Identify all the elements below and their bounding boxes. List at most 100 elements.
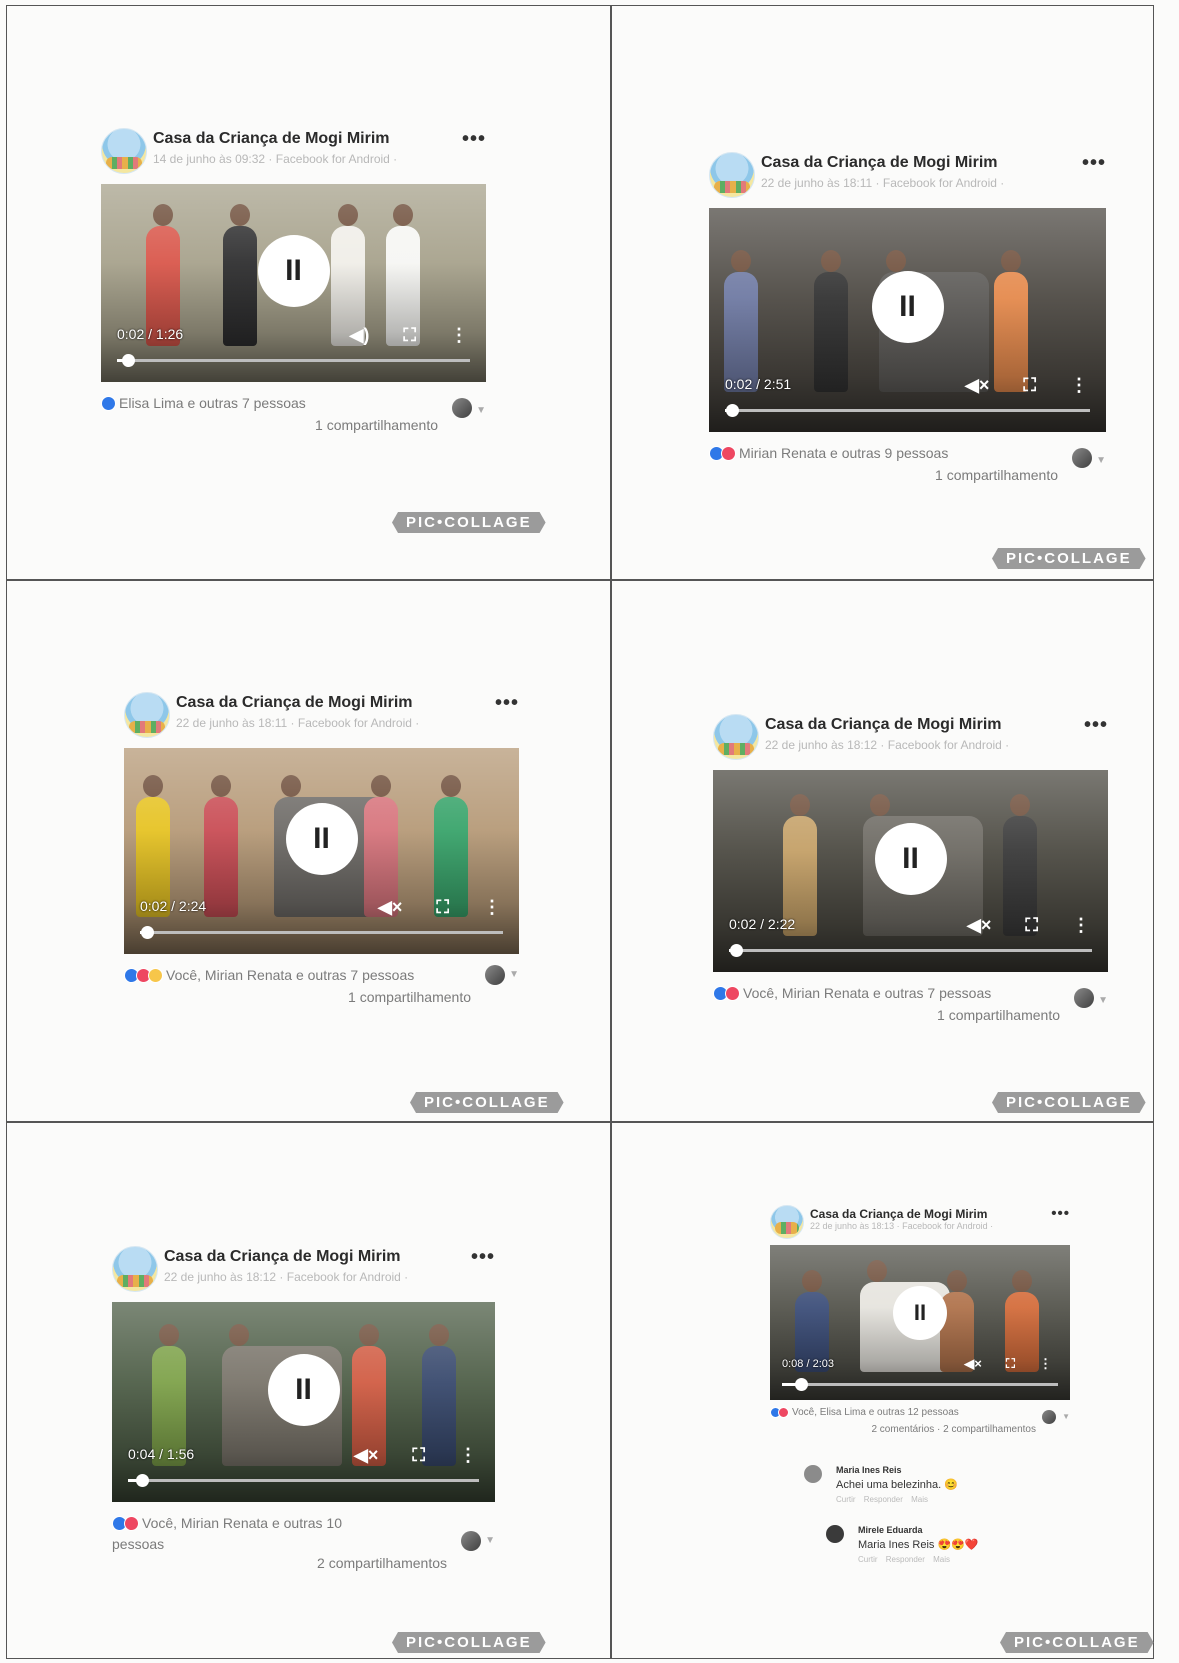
share-as-avatar[interactable] [1042,1410,1056,1424]
fullscreen-icon[interactable]: ⛶ [412,1445,425,1466]
more-options-icon[interactable]: ••• [495,692,519,715]
pause-icon[interactable]: II [871,270,944,343]
post-meta[interactable]: 22 de junho às 18:13 · Facebook for Andr… [810,1221,993,1231]
reaction-summary[interactable]: Você, Elisa Lima e outras 12 pessoas ▼ [770,1406,1070,1424]
reaction-summary[interactable]: Mirian Renata e outras 9 pessoas ▼ [709,444,1106,468]
pause-icon[interactable]: II [267,1354,340,1426]
reaction-summary[interactable]: Você, Mirian Renata e outras 7 pessoas ▼ [713,984,1108,1008]
page-name[interactable]: Casa da Criança de Mogi Mirim [765,716,1002,734]
share-as-avatar[interactable] [1074,988,1094,1008]
chevron-down-icon[interactable]: ▼ [485,1535,495,1546]
page-avatar[interactable] [112,1246,158,1292]
video-progress-bar[interactable] [725,404,1090,417]
commenter-name[interactable]: Mirele Eduarda [858,1525,923,1535]
fullscreen-icon[interactable]: ⛶ [403,325,416,346]
page-avatar[interactable] [101,128,147,174]
more-options-icon[interactable]: ••• [462,128,486,151]
pause-icon[interactable]: II [874,822,947,895]
video-progress-bar[interactable] [782,1378,1058,1391]
share-count[interactable]: 1 compartilhamento [709,467,1106,483]
muted-icon[interactable]: ◀× [354,1445,378,1466]
fullscreen-icon[interactable]: ⛶ [436,897,449,918]
share-as-avatar[interactable] [485,965,505,985]
grid-divider-vertical [610,5,612,1659]
volume-icon[interactable]: ◀) [350,325,370,346]
comment-text: Achei uma belezinha. 😊 [836,1479,958,1491]
page-name[interactable]: Casa da Criança de Mogi Mirim [810,1207,987,1221]
muted-icon[interactable]: ◀× [965,375,989,396]
menu-icon[interactable]: ⋮ [1072,915,1090,936]
commenter-avatar[interactable] [826,1525,844,1543]
share-as-avatar[interactable] [461,1531,481,1551]
muted-icon[interactable]: ◀× [378,897,402,918]
share-count[interactable]: 1 compartilhamento [124,989,519,1005]
video-player[interactable]: II 0:04 / 1:56 ◀× ⛶ ⋮ [112,1302,495,1502]
share-count[interactable]: 1 compartilhamento [101,417,486,433]
chevron-down-icon[interactable]: ▼ [1098,992,1108,1010]
chevron-down-icon[interactable]: ▼ [476,402,486,420]
post-meta[interactable]: 14 de junho às 09:32 · Facebook for Andr… [153,152,397,166]
video-player[interactable]: II 0:02 / 2:22 ◀× ⛶ ⋮ [713,770,1108,972]
commenter-avatar[interactable] [804,1465,822,1483]
menu-icon[interactable]: ⋮ [1070,375,1088,396]
post-meta[interactable]: 22 de junho às 18:12 · Facebook for Andr… [164,1270,408,1284]
menu-icon[interactable]: ⋮ [1039,1356,1052,1372]
video-time: 0:04 / 1:56 [128,1446,195,1462]
fullscreen-icon[interactable]: ⛶ [1023,375,1036,396]
fullscreen-icon[interactable]: ⛶ [1025,915,1038,936]
share-count[interactable]: 1 compartilhamento [713,1007,1108,1023]
facebook-post: Casa da Criança de Mogi Mirim 22 de junh… [770,1205,1070,1571]
share-count[interactable]: 2 compartilhamentos [112,1555,495,1571]
page-name[interactable]: Casa da Criança de Mogi Mirim [153,130,390,148]
share-as-avatar[interactable] [452,398,472,418]
pause-icon[interactable]: II [257,235,330,308]
commenter-name[interactable]: Maria Ines Reis [836,1465,902,1475]
pause-icon[interactable]: II [285,802,358,875]
menu-icon[interactable]: ⋮ [450,325,468,346]
video-progress-bar[interactable] [117,354,470,367]
chevron-down-icon[interactable]: ▼ [509,969,519,980]
comment-actions[interactable]: Curtir Responder Mais [836,1495,928,1504]
post-meta[interactable]: 22 de junho às 18:11 · Facebook for Andr… [176,716,419,730]
page-name[interactable]: Casa da Criança de Mogi Mirim [164,1248,401,1266]
menu-icon[interactable]: ⋮ [483,897,501,918]
chevron-down-icon[interactable]: ▼ [1062,1410,1070,1423]
watermark: PIC•COLLAGE [992,548,1146,569]
page-avatar[interactable] [709,152,755,198]
page-avatar[interactable] [713,714,759,760]
reaction-summary[interactable]: Elisa Lima e outras 7 pessoas ▼ [101,394,486,418]
page-avatar[interactable] [770,1205,804,1239]
video-progress-bar[interactable] [729,944,1092,957]
page-name[interactable]: Casa da Criança de Mogi Mirim [761,154,998,172]
more-options-icon[interactable]: ••• [1084,714,1108,737]
post-header: Casa da Criança de Mogi Mirim 14 de junh… [101,128,486,184]
wow-icon [148,968,163,983]
chevron-down-icon[interactable]: ▼ [1096,452,1106,470]
video-time: 0:02 / 2:24 [140,898,207,914]
love-icon [725,986,740,1001]
page-avatar[interactable] [124,692,170,738]
more-options-icon[interactable]: ••• [471,1246,495,1269]
video-progress-bar[interactable] [140,926,503,939]
more-options-icon[interactable]: ••• [1082,152,1106,175]
comment-reply: Mirele Eduarda Maria Ines Reis 😍😍❤️ Curt… [826,1525,1070,1571]
more-options-icon[interactable]: ••• [1051,1205,1070,1222]
muted-icon[interactable]: ◀× [967,915,991,936]
comment-share-count[interactable]: 2 comentários · 2 compartilhamentos [770,1424,1070,1435]
video-player[interactable]: II 0:02 / 2:24 ◀× ⛶ ⋮ [124,748,519,954]
video-player[interactable]: II 0:02 / 1:26 ◀) ⛶ ⋮ [101,184,486,382]
fullscreen-icon[interactable]: ⛶ [1006,1356,1015,1372]
page-name[interactable]: Casa da Criança de Mogi Mirim [176,694,413,712]
muted-icon[interactable]: ◀× [964,1356,982,1372]
reaction-summary[interactable]: Você, Mirian Renata e outras 7 pessoas [124,966,424,987]
reaction-summary[interactable]: Você, Mirian Renata e outras 10 pessoas [112,1514,382,1553]
video-player[interactable]: II 0:02 / 2:51 ◀× ⛶ ⋮ [709,208,1106,432]
video-player[interactable]: II 0:08 / 2:03 ◀× ⛶ ⋮ [770,1245,1070,1400]
video-progress-bar[interactable] [128,1474,479,1487]
menu-icon[interactable]: ⋮ [459,1445,477,1466]
pause-icon[interactable]: II [893,1286,947,1341]
post-meta[interactable]: 22 de junho às 18:11 · Facebook for Andr… [761,176,1004,190]
comment-actions[interactable]: Curtir Responder Mais [858,1555,950,1564]
share-as-avatar[interactable] [1072,448,1092,468]
post-meta[interactable]: 22 de junho às 18:12 · Facebook for Andr… [765,738,1009,752]
